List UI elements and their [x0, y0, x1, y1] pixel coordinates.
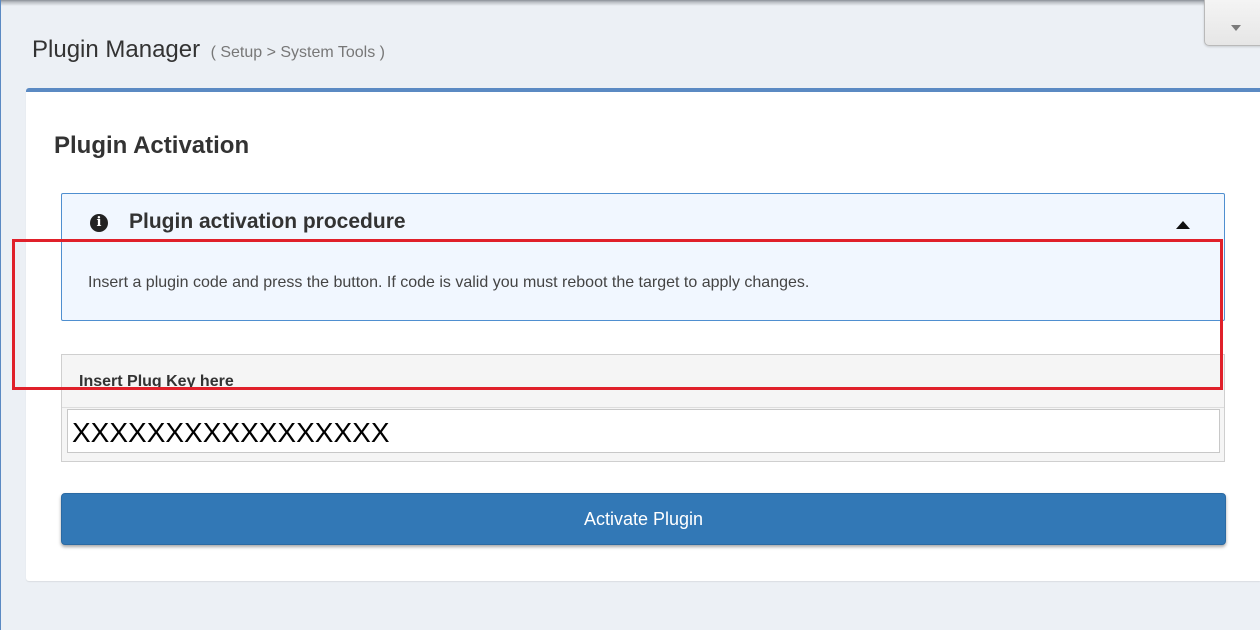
breadcrumb: ( Setup > System Tools ) — [210, 44, 386, 61]
caret-up-icon[interactable] — [1176, 221, 1190, 229]
box-title: Plugin Activation — [54, 132, 250, 159]
caret-down-icon — [1231, 25, 1241, 31]
alert-heading: Plugin activation procedure — [129, 210, 406, 233]
left-edge — [0, 0, 8, 630]
activate-plugin-button[interactable]: Activate Plugin — [61, 493, 1226, 545]
page-title: Plugin Manager — [32, 36, 201, 63]
page-header: Plugin Manager ( Setup > System Tools ) — [32, 36, 385, 64]
top-shadow — [0, 0, 1260, 6]
info-circle-icon: i — [90, 214, 108, 232]
corner-dropdown-button[interactable] — [1204, 0, 1260, 46]
divider — [62, 407, 1224, 408]
highlight-frame — [12, 239, 1223, 390]
plug-key-input[interactable] — [67, 409, 1220, 453]
